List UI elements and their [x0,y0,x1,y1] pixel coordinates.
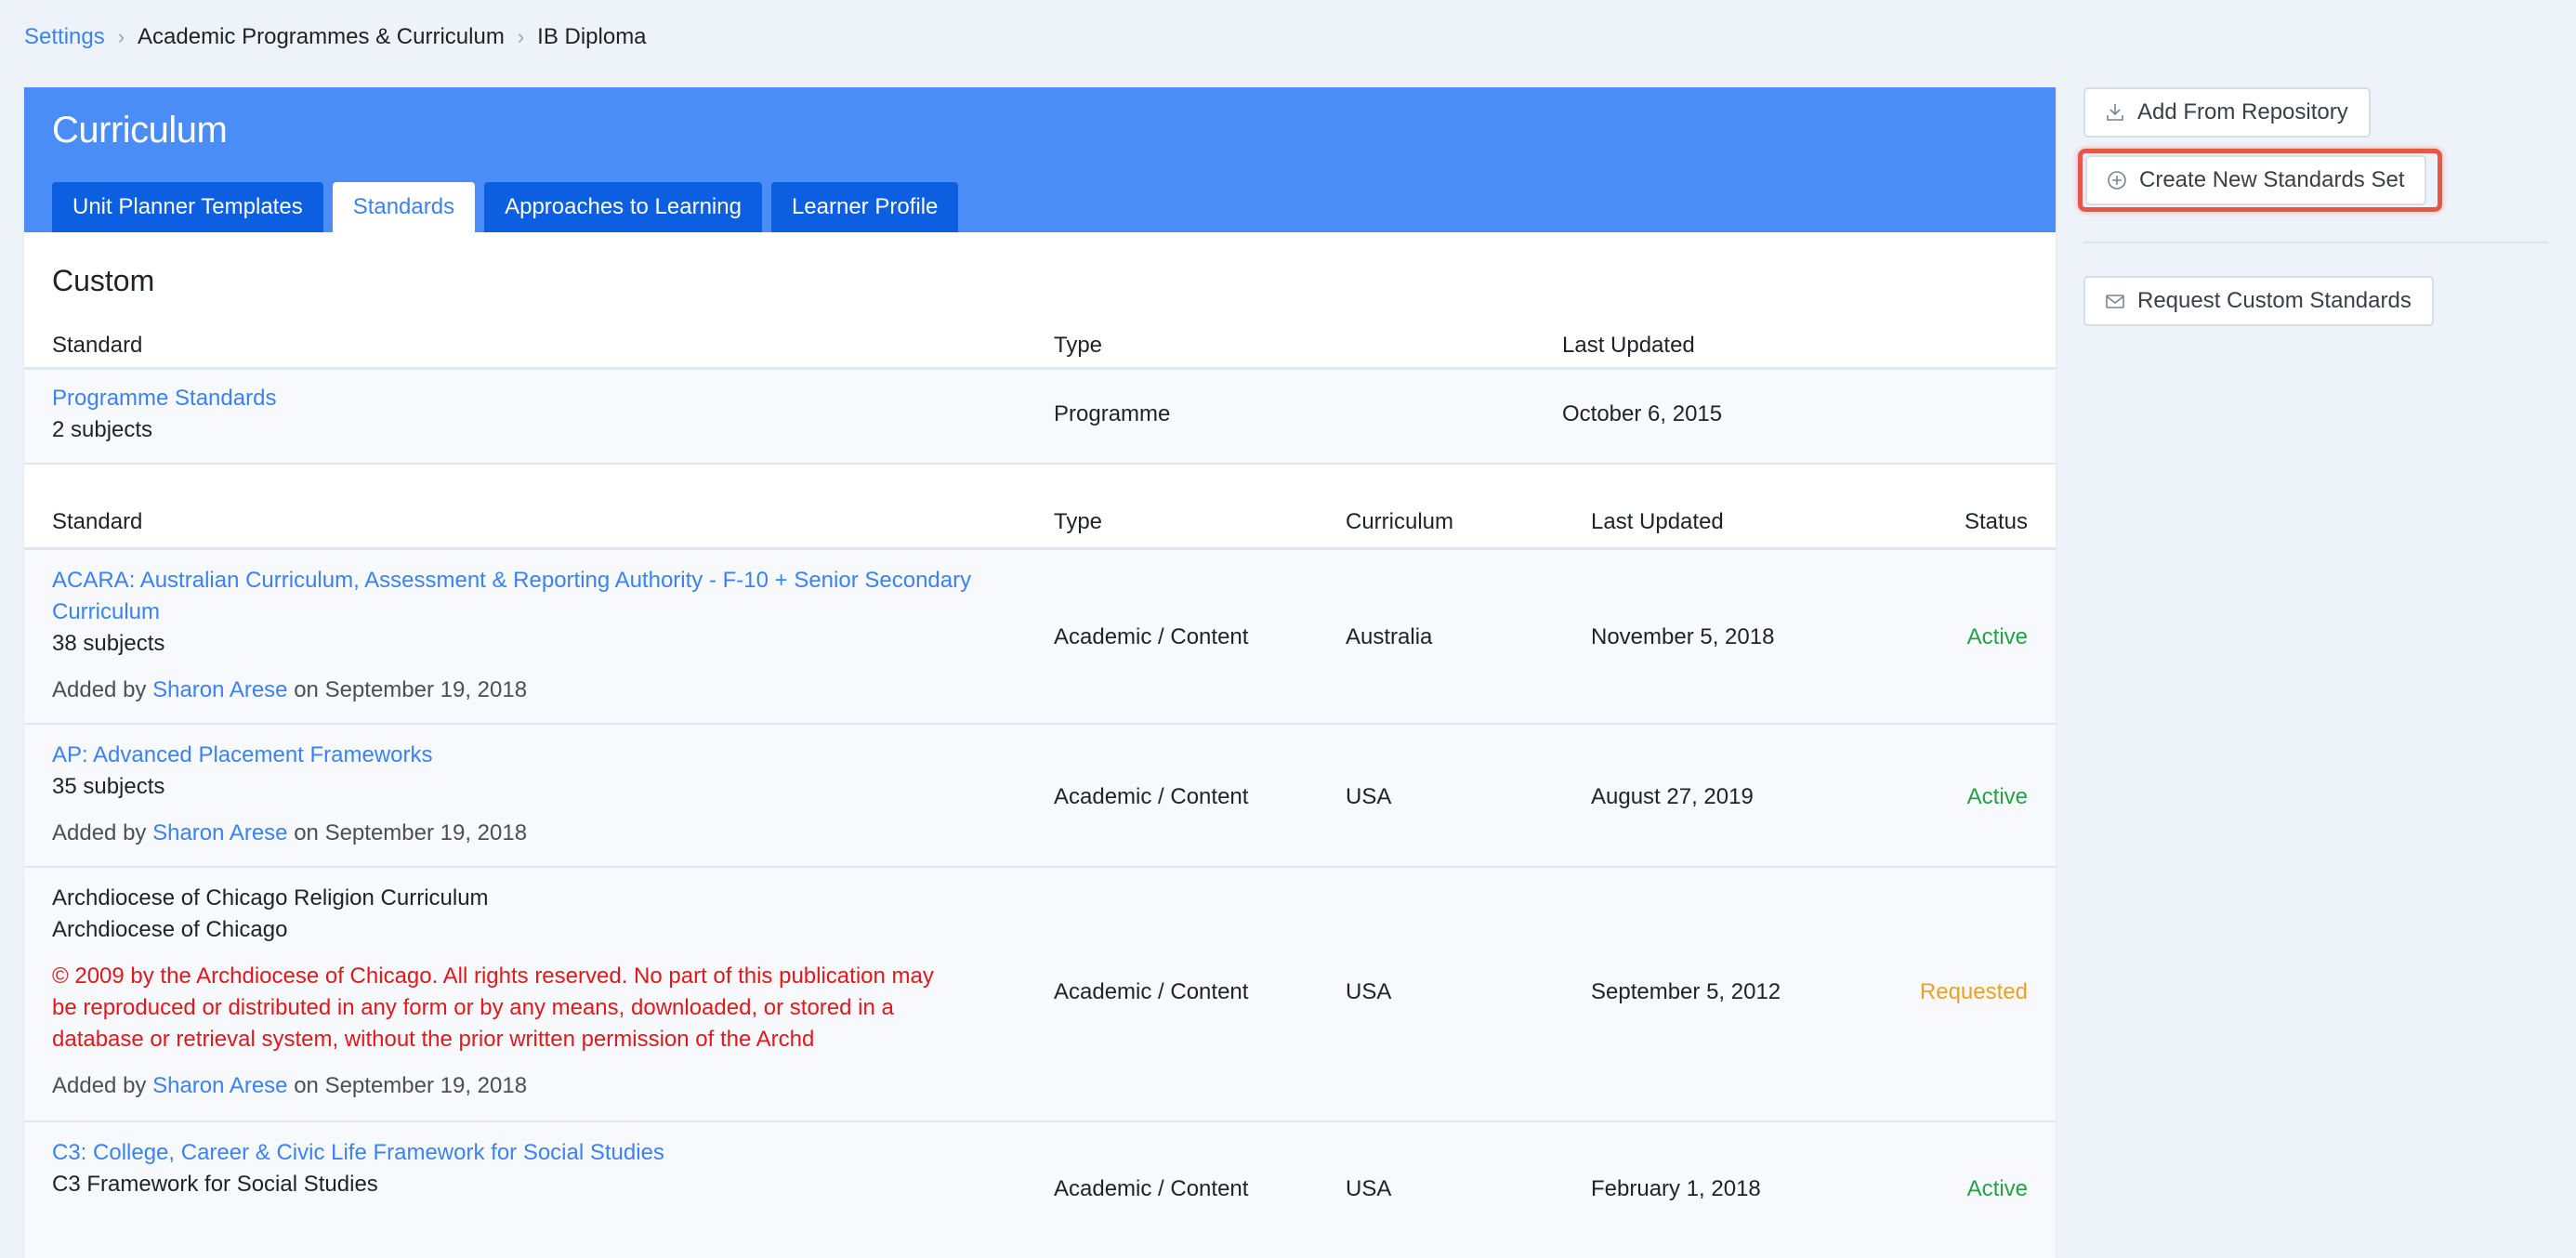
table-row: Archdiocese of Chicago Religion Curricul… [24,868,2056,1122]
tab-unit-planner-templates[interactable]: Unit Planner Templates [52,182,323,232]
standard-name-link[interactable]: Programme Standards [52,383,1037,414]
column-header-last-updated: Last Updated [1562,333,1695,358]
create-new-standards-set-button[interactable]: Create New Standards Set [2085,155,2427,205]
last-updated: October 6, 2015 [1562,401,1723,426]
last-updated: November 5, 2018 [1591,624,1775,649]
last-updated: August 27, 2019 [1591,784,1754,809]
status-badge: Active [1966,624,2028,649]
standard-type: Programme [1054,401,1171,426]
table-row: C3: College, Career & Civic Life Framewo… [24,1122,2056,1258]
column-header-type: Type [1054,509,1103,534]
column-header-standard: Standard [52,333,143,358]
add-from-repository-button[interactable]: Add From Repository [2083,87,2371,138]
curriculum: USA [1346,784,1392,809]
last-updated: February 1, 2018 [1591,1176,1761,1201]
envelope-icon [2106,295,2124,308]
column-header-standard: Standard [52,509,143,534]
tab-learner-profile[interactable]: Learner Profile [770,182,959,232]
request-custom-standards-label: Request Custom Standards [2137,288,2412,313]
tab-bar: Unit Planner Templates Standards Approac… [52,182,959,232]
added-by-line: Added by Sharon Arese on September 19, 2… [52,1073,528,1098]
table-row: AP: Advanced Placement Frameworks 35 sub… [24,725,2056,868]
standards-table-header: Standard Type Curriculum Last Updated St… [24,496,2056,550]
standard-name: Archdiocese of Chicago Religion Curricul… [52,885,489,911]
standard-name-link[interactable]: AP: Advanced Placement Frameworks [52,740,1037,771]
copyright-notice: © 2009 by the Archdiocese of Chicago. Al… [52,963,934,1052]
added-by-line: Added by Sharon Arese on September 19, 2… [52,820,528,845]
standard-name-link[interactable]: ACARA: Australian Curriculum, Assessment… [52,565,1037,628]
column-header-type: Type [1054,333,1103,358]
chevron-right-icon: › [517,25,525,48]
breadcrumb: Settings › Academic Programmes & Curricu… [24,24,647,50]
curriculum: Australia [1346,624,1433,649]
request-custom-standards-button[interactable]: Request Custom Standards [2083,276,2434,326]
add-from-repository-label: Add From Repository [2137,99,2348,124]
status-badge: Active [1966,1176,2028,1201]
panel-header: Curriculum Unit Planner Templates Standa… [24,87,2056,232]
table-row: ACARA: Australian Curriculum, Assessment… [24,550,2056,725]
user-link[interactable]: Sharon Arese [152,677,287,702]
standard-type: Academic / Content [1054,784,1249,809]
user-link[interactable]: Sharon Arese [152,820,287,845]
page-title: Curriculum [52,110,228,151]
curriculum-panel: Curriculum Unit Planner Templates Standa… [24,87,2056,1258]
status-badge: Active [1966,784,2028,809]
subject-count: 35 subjects [52,774,165,799]
table-row: Programme Standards 2 subjects Programme… [24,370,2056,465]
plus-circle-icon [2108,171,2126,190]
column-header-curriculum: Curriculum [1346,509,1454,534]
curriculum: USA [1346,1176,1392,1201]
user-link[interactable]: Sharon Arese [152,1073,287,1098]
create-new-standards-set-label: Create New Standards Set [2139,167,2405,192]
last-updated: September 5, 2012 [1591,979,1781,1004]
custom-section-title: Custom [52,264,155,297]
breadcrumb-settings-link[interactable]: Settings [24,24,105,50]
standard-subtitle: Archdiocese of Chicago [52,917,288,942]
download-icon [2107,104,2123,121]
tab-approaches-to-learning[interactable]: Approaches to Learning [484,182,762,232]
standard-name-link[interactable]: C3: College, Career & Civic Life Framewo… [52,1137,1037,1169]
standard-type: Academic / Content [1054,979,1249,1004]
subject-count: 38 subjects [52,631,165,656]
curriculum: USA [1346,979,1392,1004]
status-badge: Requested [1919,979,2028,1004]
breadcrumb-programmes[interactable]: Academic Programmes & Curriculum [138,24,505,50]
standard-subtitle: C3 Framework for Social Studies [52,1172,378,1197]
standard-type: Academic / Content [1054,624,1249,649]
custom-table-header: Standard Type Last Updated [24,320,2056,370]
standard-type: Academic / Content [1054,1176,1249,1201]
chevron-right-icon: › [117,25,125,48]
column-header-last-updated: Last Updated [1591,509,1724,534]
divider [2083,242,2548,243]
tab-standards[interactable]: Standards [332,182,476,232]
breadcrumb-current: IB Diploma [537,24,647,49]
column-header-status: Status [1964,509,2028,534]
subject-count: 2 subjects [52,417,153,442]
added-by-line: Added by Sharon Arese on September 19, 2… [52,677,528,702]
